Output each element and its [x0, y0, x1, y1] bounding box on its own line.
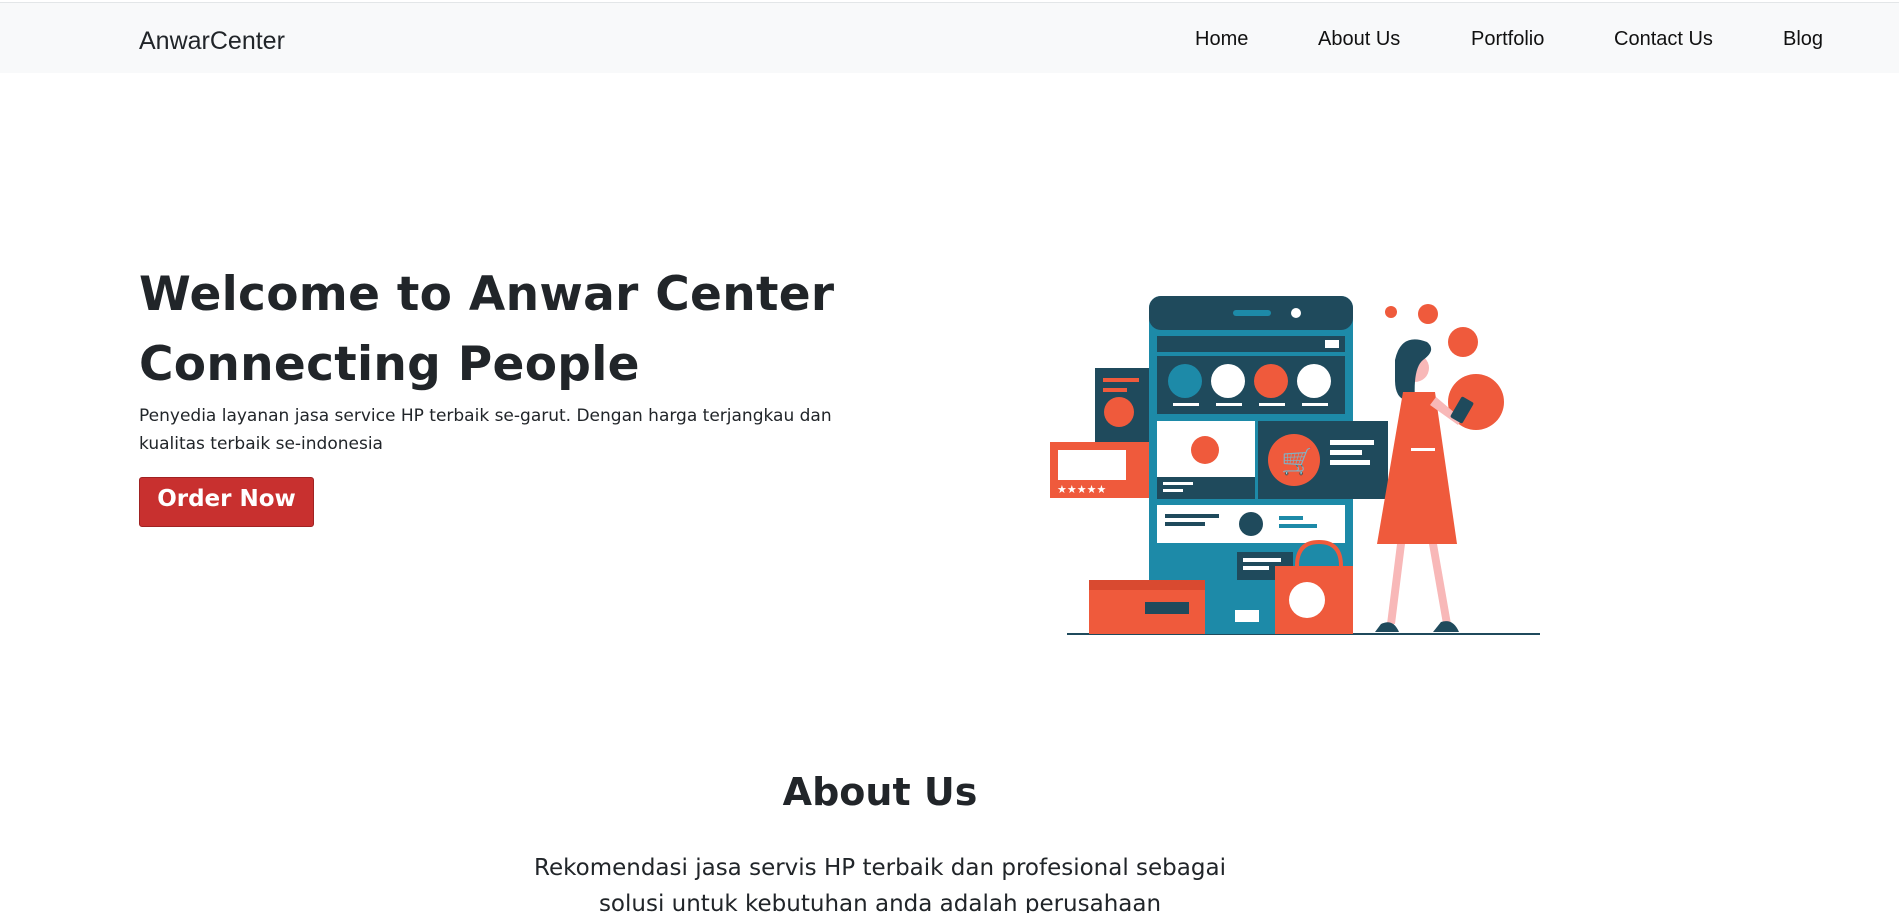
about-text: Rekomendasi jasa servis HP terbaik dan p…	[534, 855, 1226, 913]
svg-text:🛒: 🛒	[1281, 446, 1313, 477]
shopping-illustration-icon: ★★★★★ 🛒	[1050, 296, 1540, 635]
nav-contact-us[interactable]: Contact Us	[1614, 28, 1713, 51]
hero-title-line-1: Welcome to Anwar Center	[139, 267, 835, 322]
navbar: AnwarCenter Home About Us Portfolio Cont…	[0, 2, 1899, 73]
order-now-button[interactable]: Order Now	[139, 477, 314, 527]
hero-description: Penyedia layanan jasa service HP terbaik…	[139, 406, 832, 454]
online-shopping-illustration: ★★★★★ 🛒	[1045, 290, 1545, 644]
nav-about-us[interactable]: About Us	[1318, 28, 1400, 51]
svg-text:★★★★★: ★★★★★	[1057, 483, 1106, 496]
brand-logo[interactable]: AnwarCenter	[139, 27, 285, 56]
hero-title-line-2: Connecting People	[139, 337, 640, 392]
nav-blog[interactable]: Blog	[1783, 28, 1823, 51]
hero-title: Welcome to Anwar Center Connecting Peopl…	[139, 260, 939, 400]
nav-home[interactable]: Home	[1195, 28, 1248, 51]
nav-portfolio[interactable]: Portfolio	[1471, 28, 1544, 51]
about-title: About Us	[782, 770, 978, 814]
